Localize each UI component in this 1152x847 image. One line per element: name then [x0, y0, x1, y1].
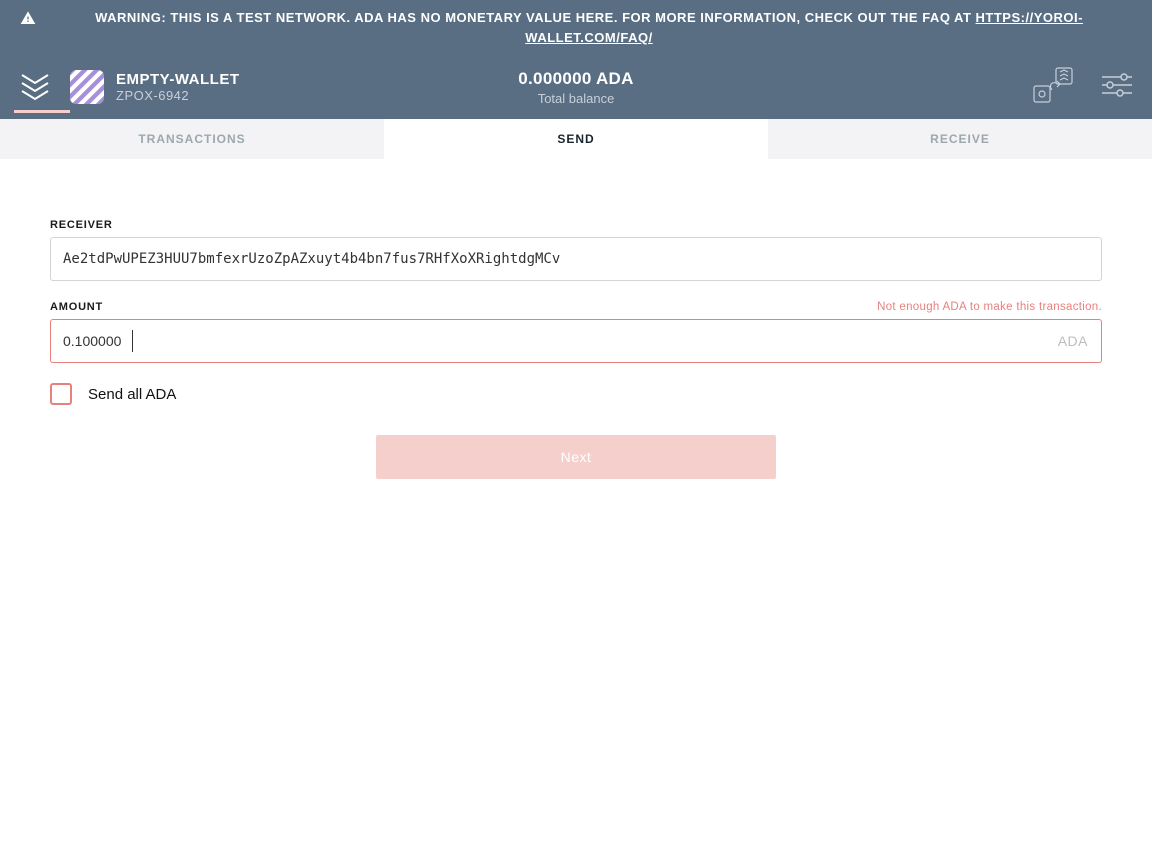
tab-send[interactable]: SEND: [384, 119, 768, 159]
amount-currency-suffix: ADA: [1058, 333, 1088, 349]
tab-transactions[interactable]: TRANSACTIONS: [0, 119, 384, 159]
wallet-id: ZPOX-6942: [116, 88, 240, 103]
wallet-name: EMPTY-WALLET: [116, 71, 240, 88]
warning-icon: [20, 10, 36, 32]
warning-text: WARNING: THIS IS A TEST NETWORK. ADA HAS…: [46, 8, 1132, 47]
wallet-info[interactable]: EMPTY-WALLET ZPOX-6942: [70, 70, 240, 104]
logo[interactable]: [0, 71, 70, 103]
balance-label: Total balance: [518, 91, 633, 106]
wallet-avatar: [70, 70, 104, 104]
warning-banner: WARNING: THIS IS A TEST NETWORK. ADA HAS…: [0, 0, 1152, 55]
transfer-icon[interactable]: [1032, 66, 1074, 109]
balance-block: 0.000000 ADA Total balance: [518, 69, 633, 106]
send-all-label: Send all ADA: [88, 386, 176, 403]
settings-icon[interactable]: [1102, 73, 1132, 102]
balance-amount: 0.000000 ADA: [518, 69, 633, 89]
amount-input[interactable]: [50, 319, 1102, 363]
receiver-label: RECEIVER: [50, 219, 113, 231]
app-header: EMPTY-WALLET ZPOX-6942 0.000000 ADA Tota…: [0, 55, 1152, 119]
text-caret: [132, 330, 133, 352]
amount-label: AMOUNT: [50, 301, 103, 313]
send-form: RECEIVER AMOUNT Not enough ADA to make t…: [20, 199, 1132, 509]
next-button[interactable]: Next: [376, 435, 776, 479]
receiver-input[interactable]: [50, 237, 1102, 281]
tabs: TRANSACTIONS SEND RECEIVE: [0, 119, 1152, 159]
send-all-checkbox[interactable]: [50, 383, 72, 405]
tab-receive[interactable]: RECEIVE: [768, 119, 1152, 159]
amount-error: Not enough ADA to make this transaction.: [877, 301, 1102, 313]
